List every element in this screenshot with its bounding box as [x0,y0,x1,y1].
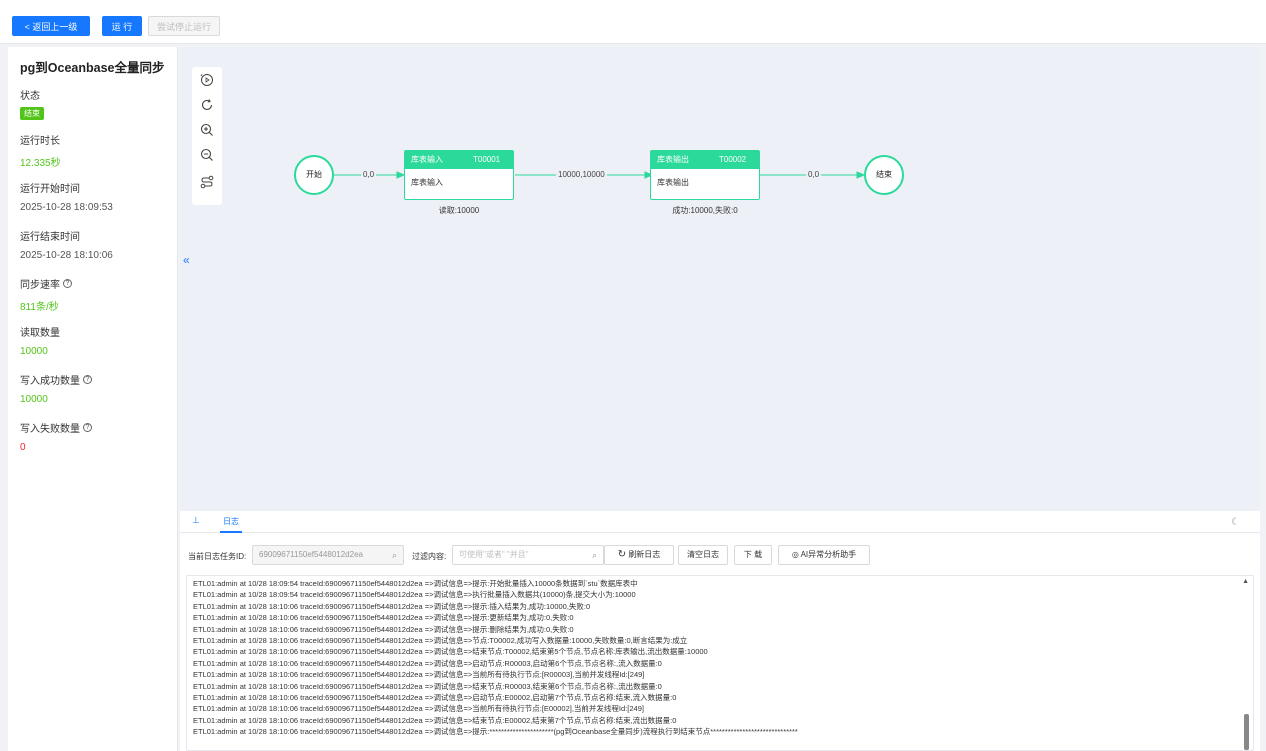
log-line: ETL01:admin at 10/28 18:10:06 traceId:69… [193,601,591,611]
sync-rate-label-row: 同步速率 ? [20,276,177,291]
edge-label: 0,0 [361,170,377,180]
back-button[interactable]: < 返回上一级 [12,16,90,36]
node-stats: 读取:10000 [438,206,480,215]
log-tabbar: ⊥ 日志 ☾ [180,511,1260,533]
write-success-value: 10000 [20,394,48,405]
end-node[interactable]: 结束 [864,155,904,195]
log-line: ETL01:admin at 10/28 18:10:06 traceId:69… [193,636,688,646]
filter-placeholder: 可使用"或者" "并且" [459,550,529,559]
end-time-value: 2025-10-28 18:10:06 [20,250,113,261]
write-fail-label-row: 写入失败数量 ? [20,420,177,435]
ai-icon: ◎ [791,550,799,559]
sync-rate-label: 同步速率 [20,279,60,291]
log-line: ETL01:admin at 10/28 18:10:06 traceId:69… [193,670,645,680]
node-code: T00002 [719,155,747,164]
help-icon[interactable]: ? [83,422,92,432]
node-body: 库表输出 [657,178,689,187]
log-output[interactable]: ETL01:admin at 10/28 18:09:54 traceId:69… [186,575,1254,751]
filter-input[interactable]: 可使用"或者" "并且" ⌕ [452,545,604,565]
log-filter-row: 当前日志任务ID: 69009671150ef5448012d2ea ⌕ 过滤内… [180,545,1260,565]
log-line: ETL01:admin at 10/28 18:09:54 traceId:69… [193,590,636,600]
log-line: ETL01:admin at 10/28 18:10:06 traceId:69… [193,681,662,691]
start-node[interactable]: 开始 [294,155,334,195]
start-time-value: 2025-10-28 18:09:53 [20,202,113,213]
node-header: 库表输出 T00002 [651,151,759,169]
log-panel: ⊥ 日志 ☾ 当前日志任务ID: 69009671150ef5448012d2e… [180,511,1260,751]
refresh-log-button[interactable]: ↻ 刷新日志 [604,545,674,565]
write-success-label: 写入成功数量 [20,375,80,387]
ai-analysis-button[interactable]: ◎ AI异常分析助手 [778,545,870,565]
end-time-label: 运行结束时间 [20,231,80,243]
flow-edges [334,171,866,179]
edge-label: 0,0 [806,170,822,180]
start-time-label: 运行开始时间 [20,183,80,195]
table-output-node[interactable]: 库表输出 T00002 库表输出 [650,150,760,200]
download-arrow-icon[interactable]: ⊥ [192,515,200,526]
refresh-icon: ↻ [617,549,627,560]
duration-value: 12.335秒 [20,158,61,169]
write-fail-value: 0 [20,442,26,453]
clear-log-button[interactable]: 清空日志 [678,545,728,565]
log-line: ETL01:admin at 10/28 18:10:06 traceId:69… [193,658,662,668]
scrollbar-thumb[interactable] [1244,714,1249,750]
read-count-value: 10000 [20,346,48,357]
tab-logs[interactable]: 日志 [220,516,242,533]
moon-icon[interactable]: ☾ [1231,517,1240,528]
read-count-label: 读取数量 [20,327,60,339]
log-line: ETL01:admin at 10/28 18:10:06 traceId:69… [193,624,574,634]
edge-label: 10000,10000 [556,170,607,180]
node-header: 库表输入 T00001 [405,151,513,169]
log-line: ETL01:admin at 10/28 18:10:06 traceId:69… [193,613,574,623]
write-fail-label: 写入失败数量 [20,423,80,435]
status-label: 状态 [20,90,40,102]
duration-label: 运行时长 [20,135,60,147]
node-name: 库表输出 [657,155,689,164]
top-toolbar: < 返回上一级 运 行 尝试停止运行 [0,0,1266,44]
download-button[interactable]: 下 载 [734,545,772,565]
log-line: ETL01:admin at 10/28 18:10:06 traceId:69… [193,693,677,703]
log-lines: ETL01:admin at 10/28 18:09:54 traceId:69… [193,578,1247,738]
status-badge: 结束 [20,107,44,120]
stop-run-button[interactable]: 尝试停止运行 [148,16,220,36]
sync-rate-value: 811条/秒 [20,302,59,313]
node-stats: 成功:10000,失败:0 [672,206,738,215]
filter-label: 过滤内容: [412,552,447,561]
refresh-log-label: 刷新日志 [628,550,661,559]
node-body: 库表输入 [411,178,443,187]
task-id-label: 当前日志任务ID: [188,552,247,561]
task-id-value: 69009671150ef5448012d2ea [259,550,363,559]
node-name: 库表输入 [411,155,443,164]
log-line: ETL01:admin at 10/28 18:10:06 traceId:69… [193,704,644,714]
node-code: T00001 [473,155,501,164]
search-icon[interactable]: ⌕ [392,546,397,564]
log-line: ETL01:admin at 10/28 18:09:54 traceId:69… [193,579,638,588]
log-line: ETL01:admin at 10/28 18:10:06 traceId:69… [193,647,708,657]
ai-analysis-label: AI异常分析助手 [800,550,857,559]
table-input-node[interactable]: 库表输入 T00001 库表输入 [404,150,514,200]
write-success-label-row: 写入成功数量 ? [20,372,177,387]
run-info-panel: pg到Oceanbase全量同步 状态 结束 运行时长 12.335秒 运行开始… [8,47,178,751]
log-line: ETL01:admin at 10/28 18:10:06 traceId:69… [193,715,677,725]
scroll-up-icon[interactable]: ▲ [1242,578,1249,585]
search-icon[interactable]: ⌕ [592,546,597,564]
flow-canvas[interactable]: « 0,0 10000,10000 0,0 开始 库表输入 T00001 库表输… [180,47,1260,511]
help-icon[interactable]: ? [83,374,92,384]
log-line: ETL01:admin at 10/28 18:10:06 traceId:69… [193,727,798,737]
flow-title: pg到Oceanbase全量同步 [20,61,165,75]
help-icon[interactable]: ? [63,278,72,288]
run-button[interactable]: 运 行 [102,16,142,36]
task-id-input[interactable]: 69009671150ef5448012d2ea ⌕ [252,545,404,565]
